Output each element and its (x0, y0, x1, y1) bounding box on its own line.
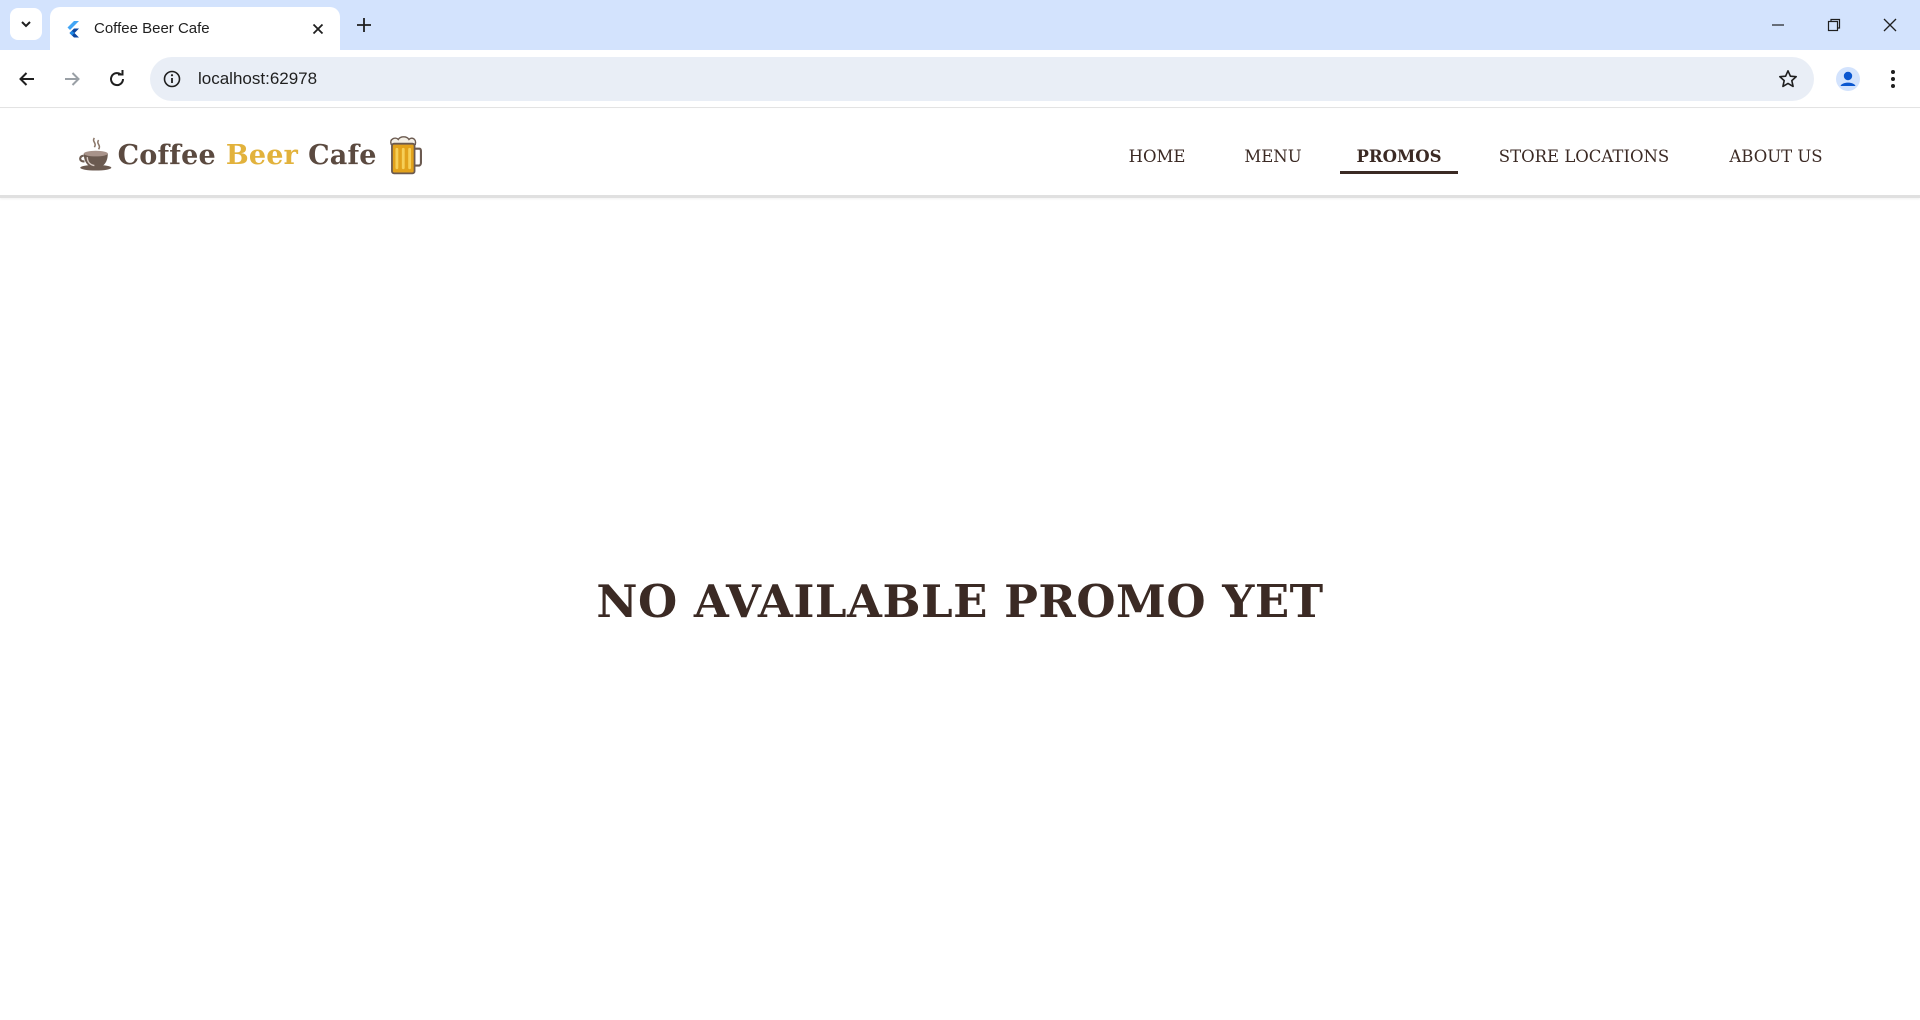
site-header: Coffee Beer Cafe HOME MENU PROMOS STORE LO… (0, 109, 1920, 198)
reload-button[interactable] (99, 61, 135, 97)
address-bar[interactable]: localhost:62978 (150, 57, 1814, 101)
window-close-icon (1883, 18, 1897, 32)
site-info-icon (163, 70, 181, 88)
forward-arrow-icon (65, 72, 80, 86)
flutter-favicon-icon (64, 20, 82, 38)
plus-icon (357, 18, 371, 32)
nav-promos[interactable]: PROMOS (1340, 139, 1458, 173)
tab-title: Coffee Beer Cafe (94, 20, 210, 37)
bookmark-button[interactable] (1768, 59, 1808, 99)
nav-about-us[interactable]: ABOUT US (1718, 139, 1834, 173)
nav-menu[interactable]: MENU (1232, 139, 1314, 173)
minimize-icon (1772, 24, 1784, 26)
kebab-menu-icon (1891, 70, 1895, 88)
nav-home[interactable]: HOME (1112, 139, 1202, 173)
nav-store-locations[interactable]: STORE LOCATIONS (1492, 139, 1676, 173)
reload-icon (110, 70, 125, 87)
window-close-button[interactable] (1862, 0, 1918, 50)
restore-icon (1827, 18, 1841, 32)
profile-icon (1836, 67, 1860, 91)
main-nav: HOME MENU PROMOS STORE LOCATIONS ABOUT U… (0, 109, 1920, 198)
url-text: localhost:62978 (198, 69, 318, 88)
empty-promo-message: NO AVAILABLE PROMO YET (596, 575, 1324, 628)
close-icon (312, 23, 324, 34)
minimize-button[interactable] (1750, 0, 1806, 50)
restore-button[interactable] (1806, 0, 1862, 50)
bookmark-star-icon (1779, 70, 1797, 88)
nav-active-indicator (1340, 171, 1458, 174)
forward-button[interactable] (54, 61, 90, 97)
tab-close-button[interactable] (306, 17, 330, 41)
profile-button[interactable] (1830, 61, 1866, 97)
new-tab-button[interactable] (350, 11, 378, 39)
promos-main: NO AVAILABLE PROMO YET (0, 201, 1920, 1020)
back-arrow-icon (19, 72, 34, 86)
browser-toolbar: localhost:62978 (0, 50, 1920, 108)
browser-menu-button[interactable] (1875, 61, 1911, 97)
browser-tabstrip: Coffee Beer Cafe (0, 0, 1920, 50)
tab-search-button[interactable] (10, 8, 42, 40)
site-info-button[interactable] (152, 59, 192, 99)
back-button[interactable] (9, 61, 45, 97)
browser-tab-active[interactable]: Coffee Beer Cafe (50, 7, 340, 50)
tab-search-icon (21, 21, 31, 28)
